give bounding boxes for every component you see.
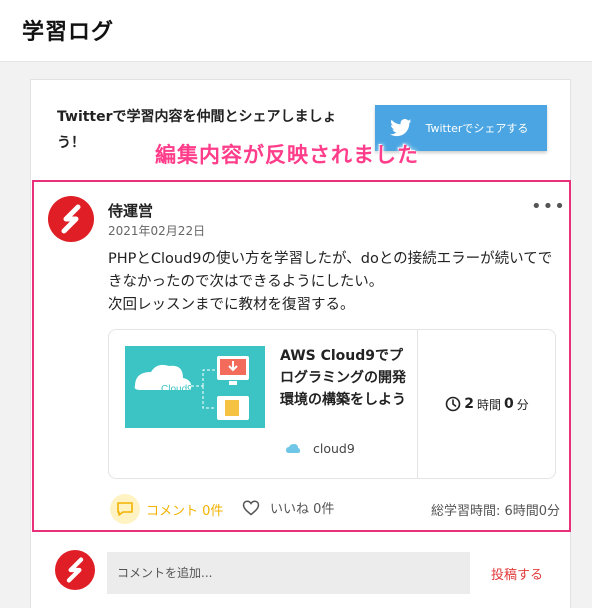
user-avatar[interactable] <box>48 196 94 242</box>
post-body-line: PHPとCloud9の使い方を学習したが、doとの接続エラーが続いてできなかった… <box>108 251 553 290</box>
duration-minutes-unit: 分 <box>516 397 529 412</box>
top-bar: 学習ログ <box>0 0 592 62</box>
course-card[interactable]: Cloud9 AWS Cloud9でプログラミングの開発環境の構築をしよう cl… <box>108 329 556 479</box>
post-date: 2021年02月22日 <box>108 224 206 238</box>
duration-hours: 2 <box>464 396 474 412</box>
samurai-logo-icon <box>61 204 81 234</box>
samurai-logo-icon <box>66 557 84 583</box>
like-button[interactable]: いいね 0件 <box>242 498 334 517</box>
post-comment-button[interactable]: 投稿する <box>491 564 543 583</box>
comment-bubble-icon <box>117 502 133 516</box>
post-body: PHPとCloud9の使い方を学習したが、doとの接続エラーが続いてできなかった… <box>108 248 558 317</box>
comment-count-label: コメント 0件 <box>146 503 224 519</box>
ellipsis-icon[interactable]: ••• <box>531 196 566 217</box>
svg-text:Cloud9: Cloud9 <box>161 384 193 395</box>
cloud-icon <box>286 444 300 453</box>
clock-icon <box>445 396 461 412</box>
post-body-line: 次回レッスンまでに教材を復習する。 <box>108 297 355 313</box>
course-duration: 2 時間 0 分 <box>418 330 556 478</box>
course-tag: cloud9 <box>313 441 355 456</box>
learning-log-post: 侍運営 2021年02月22日 ••• PHPとCloud9の使い方を学習したが… <box>32 180 571 532</box>
post-user-name[interactable]: 侍運営 <box>108 200 153 221</box>
course-title: AWS Cloud9でプログラミングの開発環境の構築をしよう <box>280 348 406 408</box>
comment-user-avatar <box>55 550 95 590</box>
course-thumbnail: Cloud9 <box>125 346 265 428</box>
twitter-share-label: Twitterでシェアする <box>425 121 529 135</box>
like-count-label: いいね 0件 <box>270 502 335 517</box>
comment-input[interactable] <box>107 552 470 594</box>
page-title: 学習ログ <box>22 20 115 45</box>
comment-button[interactable]: コメント 0件 <box>108 494 225 524</box>
total-study-time: 総学習時間: 6時間0分 <box>430 504 560 519</box>
twitter-bird-icon <box>390 119 412 137</box>
update-success-banner: 編集内容が反映されました <box>155 143 419 167</box>
cloud9-illustration-icon: Cloud9 <box>134 356 249 420</box>
duration-hours-unit: 時間 <box>476 397 501 412</box>
comment-icon-wrap <box>110 494 140 524</box>
heart-icon <box>242 499 260 515</box>
learning-log-panel: Twitterで学習内容を仲間とシェアしましょう！ Twitterでシェアする … <box>30 79 571 608</box>
post-actions: コメント 0件 いいね 0件 総学習時間: 6時間0分 <box>108 494 560 524</box>
duration-minutes: 0 <box>504 396 514 412</box>
